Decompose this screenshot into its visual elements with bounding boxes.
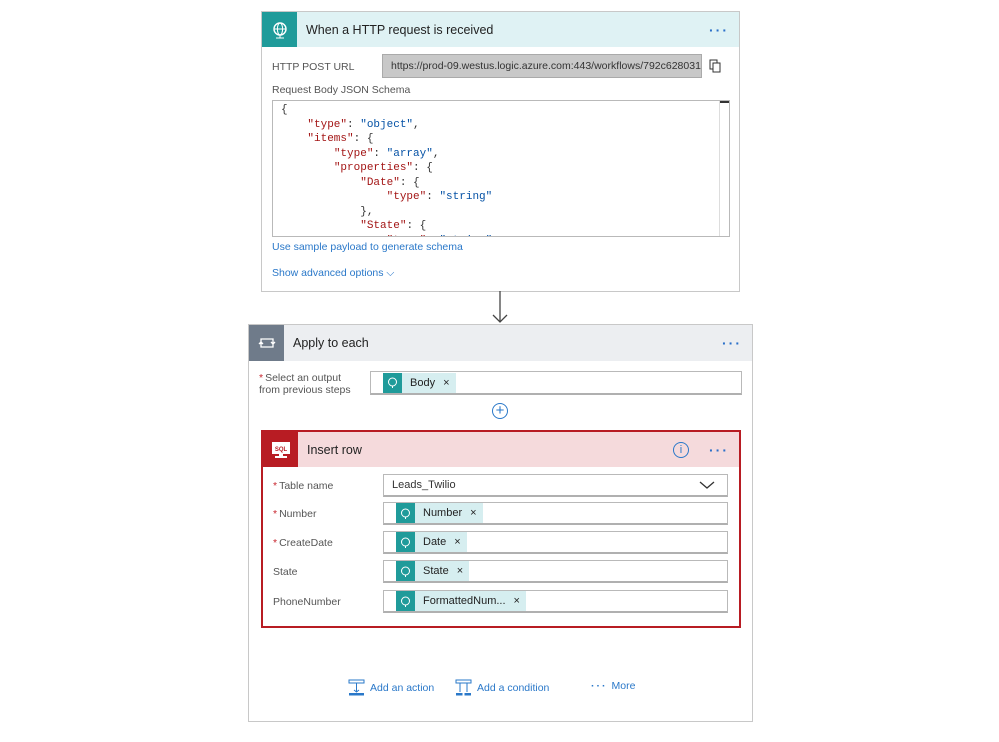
add-action-button[interactable]: Add an action bbox=[348, 679, 434, 696]
http-globe-icon bbox=[262, 12, 297, 47]
http-globe-icon bbox=[396, 503, 415, 523]
trigger-header[interactable]: When a HTTP request is received ··· bbox=[262, 12, 739, 47]
add-condition-button[interactable]: Add a condition bbox=[455, 679, 549, 696]
editor-divider bbox=[719, 101, 720, 236]
foreach-header[interactable]: Apply to each ··· bbox=[249, 325, 752, 361]
more-dots-icon: ··· bbox=[591, 680, 608, 692]
insert-row-card: SQL Insert row i ··· * Table name Leads_Tw… bbox=[261, 430, 741, 628]
field-label: State bbox=[273, 566, 298, 578]
state-field[interactable]: State × bbox=[383, 560, 728, 583]
http-globe-icon bbox=[396, 591, 415, 611]
dynamic-token[interactable]: FormattedNum... × bbox=[396, 591, 526, 611]
createdate-field[interactable]: Date × bbox=[383, 531, 728, 554]
flow-arrow-icon bbox=[492, 291, 508, 323]
chevron-down-icon: ⌵ bbox=[386, 267, 395, 279]
editor-scrollbar[interactable] bbox=[719, 101, 729, 103]
code-line: }, bbox=[281, 205, 374, 218]
add-condition-icon bbox=[455, 679, 472, 696]
show-advanced-link[interactable]: Show advanced options ⌵ bbox=[272, 267, 394, 280]
remove-token-icon[interactable]: × bbox=[454, 536, 460, 548]
code-line: { bbox=[281, 104, 288, 116]
url-label: HTTP POST URL bbox=[272, 61, 355, 73]
code-line: "type": "string" bbox=[386, 191, 493, 203]
info-icon[interactable]: i bbox=[673, 441, 689, 458]
svg-text:SQL: SQL bbox=[274, 447, 287, 453]
remove-token-icon[interactable]: × bbox=[443, 377, 449, 389]
add-action-icon bbox=[348, 679, 365, 696]
http-post-url-field[interactable]: https://prod-09.westus.logic.azure.com:4… bbox=[382, 54, 702, 78]
more-options-icon[interactable]: ··· bbox=[709, 442, 729, 458]
field-value: Leads_Twilio bbox=[392, 479, 456, 491]
remove-token-icon[interactable]: × bbox=[514, 595, 520, 607]
code-line: "type": "string" bbox=[281, 234, 729, 237]
field-label: * Number bbox=[273, 508, 317, 520]
table-name-field[interactable]: Leads_Twilio bbox=[383, 474, 728, 497]
code-line: "properties": { bbox=[333, 162, 433, 174]
loop-icon bbox=[249, 325, 284, 361]
copy-icon[interactable] bbox=[709, 59, 721, 76]
more-options-icon[interactable]: ··· bbox=[709, 22, 729, 38]
dynamic-token[interactable]: Date × bbox=[396, 532, 467, 552]
more-label: More bbox=[611, 680, 636, 692]
insert-row-title: Insert row bbox=[307, 442, 362, 457]
phonenumber-field[interactable]: FormattedNum... × bbox=[383, 590, 728, 613]
chevron-down-icon[interactable] bbox=[699, 480, 715, 490]
body-token[interactable]: Body × bbox=[383, 372, 456, 393]
add-step-plus-icon[interactable]: + bbox=[492, 403, 508, 419]
schema-label: Request Body JSON Schema bbox=[272, 84, 411, 96]
advanced-label: Show advanced options bbox=[272, 267, 384, 279]
trigger-title: When a HTTP request is received bbox=[306, 22, 494, 37]
foreach-title: Apply to each bbox=[293, 336, 369, 350]
remove-token-icon[interactable]: × bbox=[470, 507, 476, 519]
select-output-label: * Select an output from previous steps bbox=[259, 372, 351, 396]
schema-editor[interactable]: { "type": "object", "items": { "type": "… bbox=[272, 100, 730, 237]
field-label: PhoneNumber bbox=[273, 596, 341, 608]
sample-payload-link[interactable]: Use sample payload to generate schema bbox=[272, 241, 463, 253]
dynamic-token[interactable]: Number × bbox=[396, 503, 483, 523]
insert-row-header[interactable]: SQL Insert row i ··· bbox=[263, 432, 739, 467]
http-globe-icon bbox=[383, 372, 402, 393]
code-line: "type": "array", bbox=[333, 147, 440, 160]
code-line: "items": { bbox=[307, 133, 374, 145]
code-line: "Date": { bbox=[360, 176, 420, 189]
more-options-icon[interactable]: ··· bbox=[722, 335, 742, 351]
http-trigger-card: When a HTTP request is received ··· HTTP… bbox=[261, 11, 740, 292]
apply-to-each-card: Apply to each ··· * Select an output from … bbox=[248, 324, 753, 722]
remove-token-icon[interactable]: × bbox=[457, 565, 463, 577]
http-globe-icon bbox=[396, 561, 415, 581]
code-line: "State": { bbox=[360, 220, 427, 232]
required-marker: * bbox=[273, 537, 278, 549]
required-marker: * bbox=[273, 480, 278, 492]
http-globe-icon bbox=[396, 532, 415, 552]
sql-icon: SQL bbox=[263, 432, 298, 467]
schema-code: { "type": "object", "items": { "type": "… bbox=[281, 103, 729, 237]
field-label: * CreateDate bbox=[273, 537, 333, 549]
dynamic-token[interactable]: State × bbox=[396, 561, 470, 581]
code-line: "type": "object", bbox=[307, 118, 420, 131]
number-field[interactable]: Number × bbox=[383, 502, 728, 525]
select-output-field[interactable]: Body × bbox=[370, 371, 742, 395]
required-marker: * bbox=[273, 508, 278, 520]
add-action-label: Add an action bbox=[370, 681, 435, 694]
field-label: * Table name bbox=[273, 480, 334, 492]
more-button[interactable]: ··· More bbox=[591, 680, 635, 692]
add-condition-label: Add a condition bbox=[477, 681, 550, 694]
